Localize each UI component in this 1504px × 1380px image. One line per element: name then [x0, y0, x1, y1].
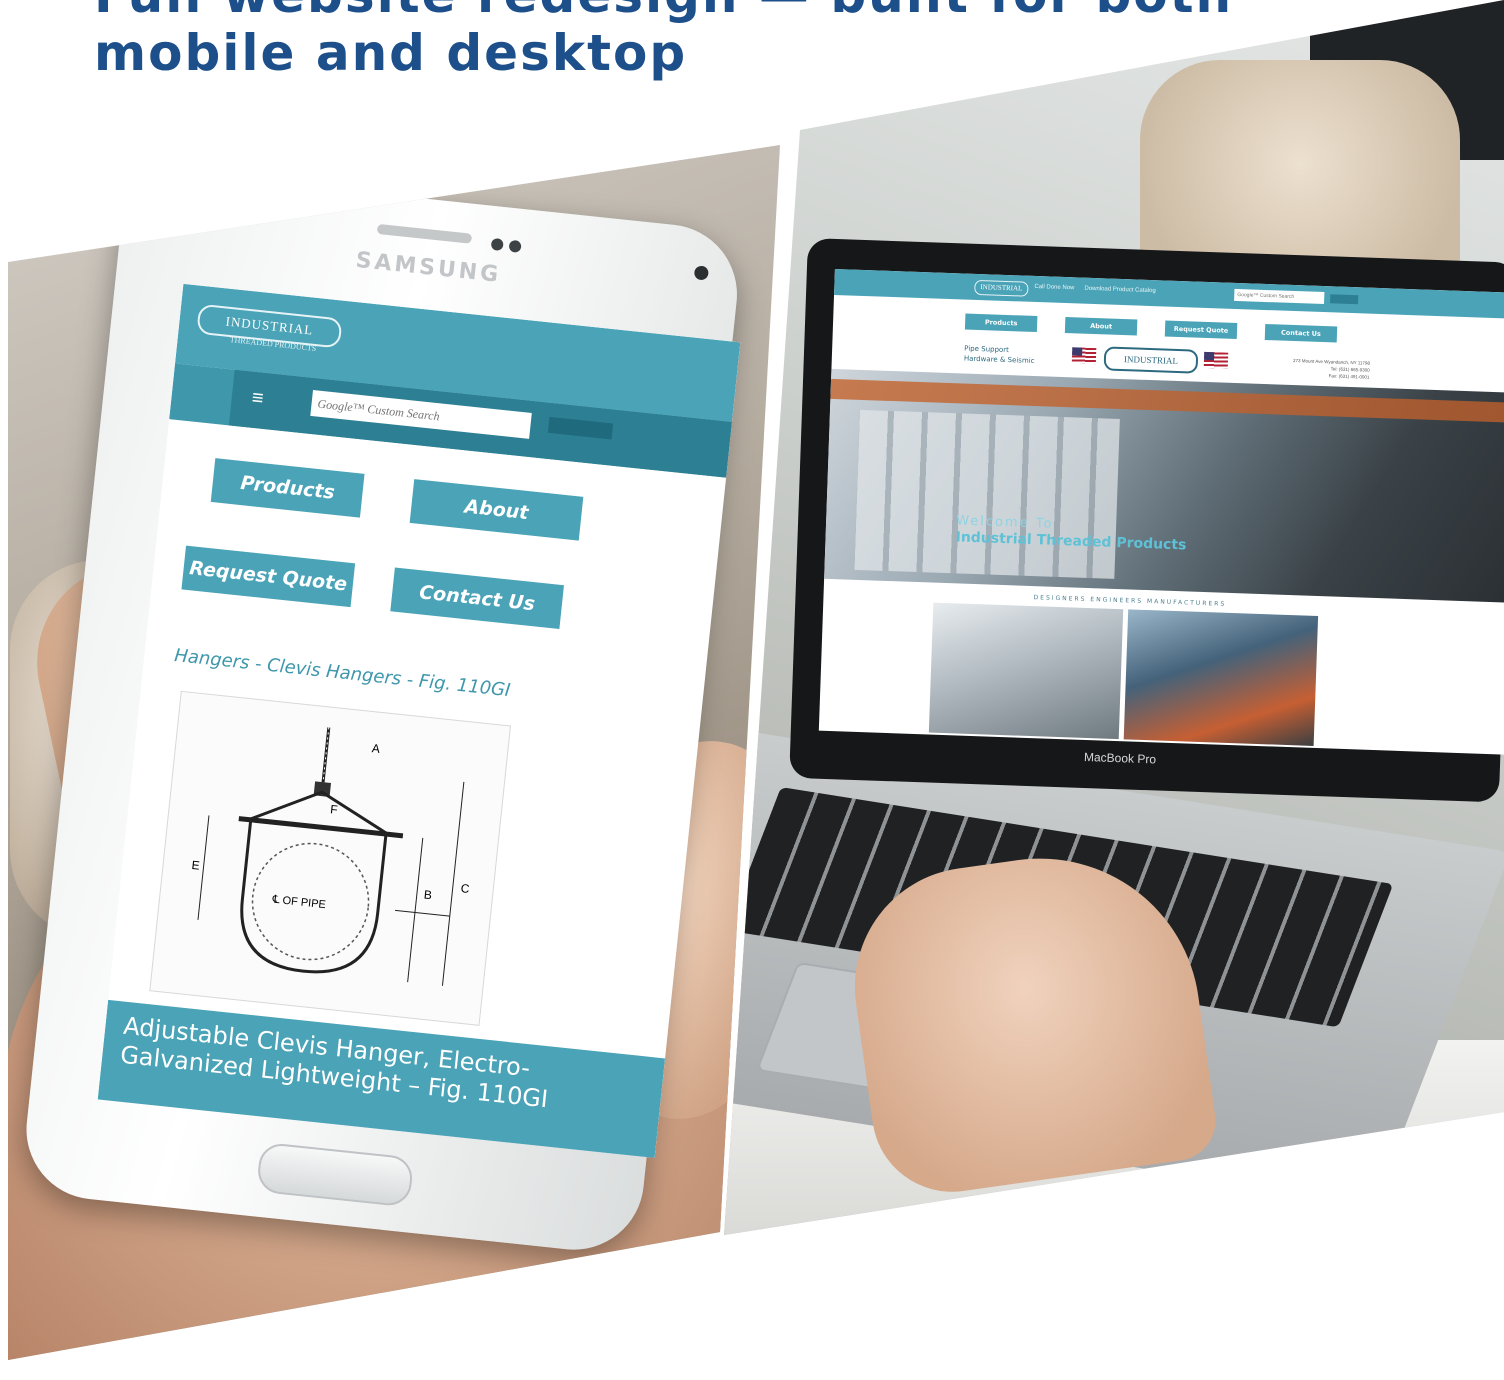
address-block: 273 Mount Ave Wyandanch, NY 11798 Tel: (…	[1259, 356, 1370, 381]
tagline: DESIGNERS ENGINEERS MANUFACTURERS	[1033, 594, 1227, 608]
pipe-support-line-2: Hardware & Seismic	[963, 354, 1035, 365]
label-f: F	[330, 802, 339, 817]
laptop-brand-label: MacBook Pro	[1083, 749, 1157, 767]
mobile-search-button[interactable]	[547, 416, 614, 440]
call-link[interactable]: Call Done Now	[1034, 284, 1074, 291]
laptop-screen-frame: INDUSTRIAL Call Done Now Download Produc…	[789, 238, 1504, 803]
desktop-nav-request-quote[interactable]: Request Quote	[1164, 320, 1238, 340]
phone-sensor-icon	[490, 237, 504, 252]
label-pipe: ℄ OF PIPE	[271, 893, 326, 911]
us-flag-icon	[1071, 347, 1097, 365]
us-flag-icon	[1203, 351, 1229, 369]
pipe-support-text: Pipe Support Hardware & Seismic	[964, 344, 1035, 366]
label-c: C	[460, 881, 470, 896]
feature-photo-2	[1123, 609, 1319, 746]
desktop-search-button[interactable]	[1330, 294, 1359, 305]
clevis-hanger-drawing: A E F B C ℄ OF PIPE	[191, 727, 470, 986]
headline-line-2: mobile and desktop	[94, 24, 688, 82]
mobile-website: INDUSTRIAL THREADED PRODUCTS ≡ Products …	[97, 283, 741, 1158]
phone: SAMSUNG INDUSTRIAL THREADED PRODUCTS ≡ P…	[8, 163, 780, 1297]
desktop-nav-contact-us[interactable]: Contact Us	[1264, 324, 1338, 343]
product-title: Adjustable Clevis Hanger, Electro-Galvan…	[119, 1011, 550, 1114]
phone-body: SAMSUNG INDUSTRIAL THREADED PRODUCTS ≡ P…	[19, 167, 744, 1257]
clevis-hanger-diagram: A E F B C ℄ OF PIPE	[149, 690, 512, 1026]
desktop-nav-about[interactable]: About	[1064, 317, 1138, 336]
label-b: B	[423, 887, 432, 902]
label-e: E	[191, 858, 200, 873]
phone-brand: SAMSUNG	[354, 247, 503, 288]
phone-camera-icon	[693, 265, 710, 281]
desktop-logo[interactable]: INDUSTRIAL	[974, 279, 1029, 297]
contact-us-button[interactable]: Contact Us	[390, 567, 564, 630]
headline-line-1: Full website redesign — built for both	[94, 0, 1233, 24]
catalog-link[interactable]: Download Product Catalog	[1084, 286, 1156, 294]
about-button[interactable]: About	[409, 479, 584, 541]
desktop-nav-products[interactable]: Products	[964, 313, 1038, 333]
desktop-search-input[interactable]	[1234, 288, 1325, 305]
feature-photo-1	[928, 602, 1124, 740]
hamburger-menu-icon[interactable]: ≡	[251, 387, 273, 410]
phone-speaker	[376, 223, 473, 244]
hero-banner: Welcome To Industrial Threaded Products	[824, 368, 1504, 603]
desktop-website: INDUSTRIAL Call Done Now Download Produc…	[818, 268, 1504, 755]
mobile-search-input[interactable]	[310, 389, 532, 439]
label-a: A	[371, 741, 380, 756]
hero-rack	[854, 409, 1120, 579]
desktop-top-bar: INDUSTRIAL Call Done Now Download Produc…	[834, 268, 1504, 320]
request-quote-button[interactable]: Request Quote	[181, 545, 356, 608]
phone-home-button	[255, 1141, 415, 1208]
phone-sensor-icon	[508, 239, 522, 253]
products-button[interactable]: Products	[210, 458, 365, 518]
desktop-center-logo[interactable]: INDUSTRIAL	[1103, 346, 1199, 374]
product-title-bar: Adjustable Clevis Hanger, Electro-Galvan…	[97, 999, 666, 1158]
